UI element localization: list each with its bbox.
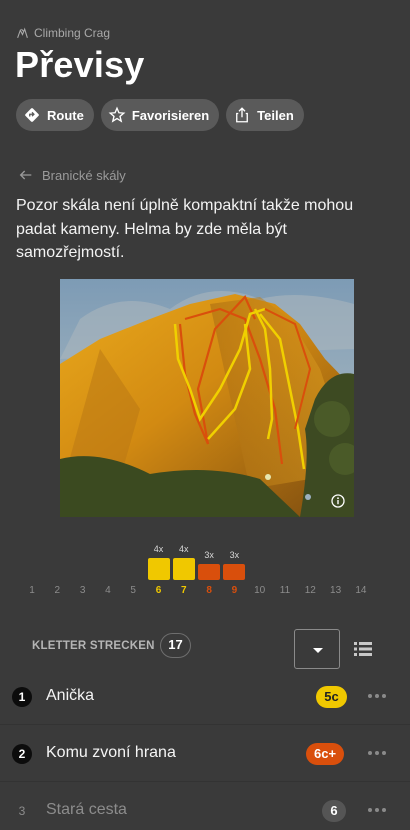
grade-tick-label: 9 [231, 585, 238, 596]
info-icon[interactable] [331, 494, 345, 508]
grade-bar[interactable] [198, 563, 221, 580]
grade-badge: 5c [316, 686, 347, 708]
share-button[interactable]: Teilen [226, 99, 304, 131]
grade-bar[interactable] [172, 558, 195, 580]
crag-type-text: Climbing Crag [34, 26, 111, 40]
back-link-label: Branické skály [42, 167, 126, 183]
grade-bar-count: 3x [204, 549, 214, 560]
grade-distribution-chart: 1 2 3 4 5 4x 6 4x 7 3x 8 3x 9 10 11 12 13 14 [26, 540, 386, 600]
routes-section-header: KLETTER STRECKEN 17 [32, 629, 382, 669]
grade-tick-label: 13 [330, 585, 342, 596]
route-button[interactable]: Route [16, 99, 94, 131]
share-icon [236, 107, 249, 123]
grade-badge: 6 [322, 800, 346, 822]
routes-section-label: KLETTER STRECKEN [32, 640, 155, 652]
grade-tick-label: 8 [206, 585, 212, 596]
crag-photo[interactable] [60, 279, 354, 517]
grade-tick-label: 5 [130, 585, 136, 596]
crag-type-label: Climbing Crag [16, 26, 110, 40]
grade-tick-label: 7 [181, 585, 187, 596]
more-options-icon[interactable] [368, 694, 386, 698]
climbing-icon [17, 27, 28, 38]
crag-description: Pozor skála není úplně kompaktní takže m… [16, 197, 354, 261]
grade-tick-label: 12 [304, 585, 316, 596]
routes-count-badge: 17 [160, 633, 191, 658]
grade-tick-label: 11 [279, 585, 291, 596]
grade-tick-label: 14 [355, 585, 367, 596]
grade-tick-label: 4 [105, 585, 111, 596]
grade-bar-count: 4x [179, 544, 189, 554]
route-number: 3 [18, 804, 26, 818]
grade-bar[interactable] [147, 558, 170, 580]
route-row[interactable]: 1 Anička 5c [0, 668, 410, 725]
arrow-left-icon [19, 170, 32, 180]
favorite-button[interactable]: Favorisieren [100, 99, 220, 131]
action-bar: Route Favorisieren Teilen [16, 99, 304, 131]
grade-badge: 6c+ [306, 743, 345, 765]
list-icon[interactable] [354, 641, 372, 657]
route-name: Komu zvoní hrana [46, 744, 176, 761]
favorite-button-label: Favorisieren [131, 107, 210, 123]
grade-bar-count: 3x [229, 549, 240, 560]
grade-tick-label: 6 [155, 585, 162, 596]
route-row[interactable]: 3 Stará cesta 6 [0, 782, 410, 830]
grade-bar[interactable] [223, 563, 246, 580]
back-link[interactable]: Branické skály [18, 167, 126, 183]
route-name: Anička [46, 687, 95, 704]
more-options-icon[interactable] [368, 808, 386, 812]
grade-tick-label: 3 [79, 585, 86, 596]
chevron-down-icon [313, 648, 323, 653]
sort-dropdown[interactable] [294, 629, 340, 669]
more-options-icon[interactable] [368, 751, 386, 755]
grade-tick-label: 2 [54, 585, 61, 596]
route-name: Stará cesta [46, 801, 127, 818]
route-number: 1 [12, 687, 32, 707]
directions-icon [25, 108, 39, 122]
route-button-label: Route [47, 107, 84, 123]
grade-tick-label: 1 [29, 585, 35, 596]
grade-tick-label: 10 [254, 585, 266, 596]
page-title: Převisy [15, 44, 145, 85]
share-button-label: Teilen [257, 107, 294, 123]
route-row[interactable]: 2 Komu zvoní hrana 6c+ [0, 725, 410, 782]
route-number: 2 [12, 744, 32, 764]
star-outline-icon [108, 106, 126, 123]
grade-bar-count: 4x [153, 544, 164, 554]
